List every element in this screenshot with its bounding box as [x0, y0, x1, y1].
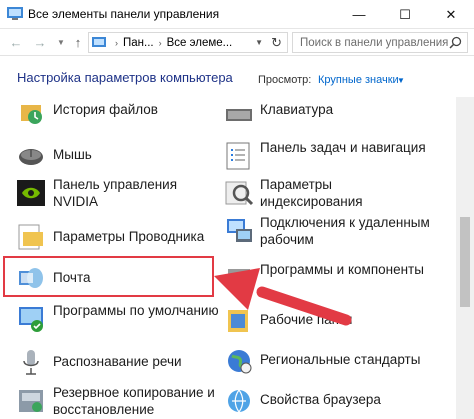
annotation-arrow	[214, 268, 352, 326]
